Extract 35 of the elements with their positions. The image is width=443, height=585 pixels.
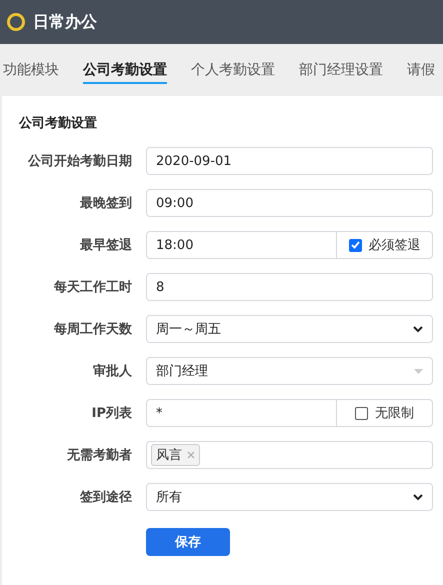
tab[interactable]: 功能模块 [3, 56, 59, 84]
select-field[interactable]: 周一～周五 [146, 315, 433, 343]
tab[interactable]: 部门经理设置 [299, 56, 383, 84]
select-field[interactable]: 所有 [146, 483, 433, 511]
logo-icon [7, 13, 25, 31]
app-title: 日常办公 [33, 12, 97, 32]
input-field[interactable]: 18:00 [146, 231, 337, 259]
input-field[interactable]: * [146, 399, 337, 427]
chevron-down-icon [413, 326, 423, 332]
checkbox-label: 必须签退 [368, 237, 420, 254]
tag-input-field[interactable]: 风言 [146, 441, 433, 469]
field-label: 每周工作天数 [53, 321, 132, 338]
input-field[interactable]: 8 [146, 273, 433, 301]
field-label: IP列表 [90, 405, 132, 422]
checkbox[interactable] [348, 238, 362, 252]
field-label: 最早签退 [79, 236, 132, 254]
field-label: 每天工作工时 [53, 279, 132, 296]
combo-field[interactable]: 部门经理 [146, 357, 433, 385]
input-field[interactable]: 2020-09-01 [146, 147, 433, 175]
save-button[interactable]: 保存 [146, 528, 230, 556]
field-label: 签到途径 [79, 489, 132, 506]
field-label: 最晚签到 [79, 195, 132, 212]
checkbox[interactable] [355, 406, 368, 420]
checkbox-label: 无限制 [375, 405, 414, 422]
tab[interactable]: 请假 [407, 56, 435, 84]
field-label: 无需考勤者 [66, 447, 132, 464]
tab[interactable]: 公司考勤设置 [83, 56, 167, 84]
caret-down-icon [414, 368, 423, 374]
input-field[interactable]: 09:00 [146, 189, 433, 217]
tab[interactable]: 个人考勤设置 [191, 56, 275, 84]
tag-text: 风言 [156, 447, 182, 464]
field-label: 公司开始考勤日期 [26, 153, 132, 170]
chevron-down-icon [413, 494, 423, 500]
section-title: 公司考勤设置 [19, 115, 98, 132]
field-label: 审批人 [92, 362, 132, 380]
